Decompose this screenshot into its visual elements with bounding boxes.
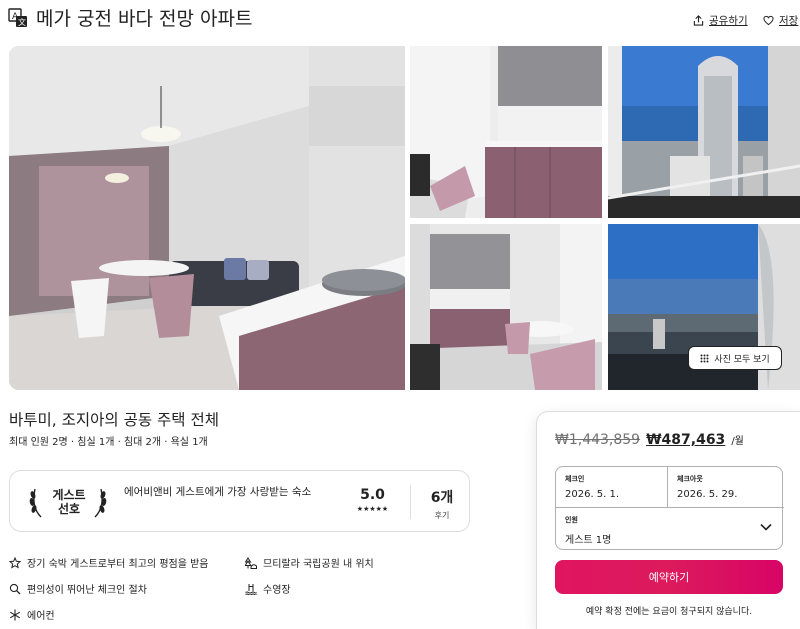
guest-favorite-badge: 게스트 선호 <box>29 485 109 519</box>
share-icon <box>693 15 704 26</box>
checkin-label: 체크인 <box>565 475 585 483</box>
amenity-label: 므티랄라 국립공원 내 위치 <box>263 559 374 570</box>
photo-living-room[interactable] <box>9 46 405 390</box>
share-label: 공유하기 <box>709 15 748 27</box>
discounted-price[interactable]: ₩487,463 <box>646 432 725 448</box>
show-all-photos-button[interactable]: 사진 모두 보기 <box>688 346 782 370</box>
amenity-item: 장기 숙박 게스트로부터 최고의 평점을 받음 <box>9 555 209 570</box>
photo-kitchen-dining[interactable] <box>410 224 602 390</box>
laurel-right-icon <box>94 488 107 518</box>
badge-line-2: 선호 <box>57 502 81 516</box>
reviews-label: 후기 <box>434 511 450 520</box>
checkin-value: 2026. 5. 1. <box>565 489 620 500</box>
original-price: ₩1,443,859 <box>555 432 641 448</box>
divider <box>410 485 411 519</box>
guests-dropdown[interactable]: 인원 게스트 1명 <box>556 507 784 551</box>
translate-icon: A 文 <box>8 8 27 27</box>
photo-kitchen[interactable] <box>410 46 602 218</box>
save-button[interactable]: 저장 <box>763 13 798 28</box>
guest-favorite-badge-text: 게스트 선호 <box>50 488 88 516</box>
rating-value: 5.0 <box>360 487 385 503</box>
page-title: 메가 궁전 바다 전망 아파트 <box>36 8 253 30</box>
reviews-block[interactable]: 6개 후기 <box>424 487 460 521</box>
grid-dots-icon <box>700 354 709 362</box>
amenity-label: 에어컨 <box>27 611 55 622</box>
guest-favorite-card[interactable]: 게스트 선호 에어비앤비 게스트에게 가장 사랑받는 숙소 5.0 ★★★★★ … <box>9 470 470 532</box>
guest-favorite-description: 에어비앤비 게스트에게 가장 사랑받는 숙소 <box>124 486 312 498</box>
pool-icon <box>245 583 257 595</box>
checkout-label: 체크아웃 <box>677 475 703 483</box>
rating-stars-icon: ★★★★★ <box>356 505 389 513</box>
amenity-item: 에어컨 <box>9 607 55 622</box>
save-label: 저장 <box>779 15 799 27</box>
svg-text:文: 文 <box>18 17 26 27</box>
show-all-photos-label: 사진 모두 보기 <box>714 354 770 365</box>
amenity-label: 편의성이 뛰어난 체크인 절차 <box>27 585 147 596</box>
checkin-field[interactable]: 체크인 2026. 5. 1. <box>556 467 668 507</box>
price-row: ₩1,443,859 ₩487,463 /월 <box>555 432 744 448</box>
badge-line-1: 게스트 <box>52 488 86 502</box>
date-guest-picker: 체크인 2026. 5. 1. 체크아웃 2026. 5. 29. 인원 게스트… <box>555 466 784 551</box>
listing-meta: 최대 인원 2명 · 침실 1개 · 침대 2개 · 욕실 1개 <box>9 437 208 448</box>
price-unit: /월 <box>731 436 744 447</box>
reviews-count: 6개 <box>430 490 454 506</box>
rating-block: 5.0 ★★★★★ <box>350 487 395 513</box>
chevron-down-icon <box>760 523 772 531</box>
checkout-value: 2026. 5. 29. <box>677 489 738 500</box>
booking-card: ₩1,443,859 ₩487,463 /월 체크인 2026. 5. 1. 체… <box>536 411 800 629</box>
guests-value: 게스트 1명 <box>565 535 612 546</box>
checkout-field[interactable]: 체크아웃 2026. 5. 29. <box>668 467 784 507</box>
share-button[interactable]: 공유하기 <box>693 13 748 28</box>
key-search-icon <box>9 583 21 594</box>
listing-subtitle: 바투미, 조지아의 공동 주택 전체 <box>9 411 220 429</box>
reserve-button[interactable]: 예약하기 <box>555 560 783 594</box>
snowflake-icon <box>9 609 21 620</box>
park-icon <box>245 556 257 569</box>
amenity-item: 수영장 <box>245 581 291 596</box>
listing-header: A 文 메가 궁전 바다 전망 아파트 공유하기 저장 <box>0 0 800 40</box>
star-outline-icon <box>9 556 21 569</box>
no-charge-note: 예약 확정 전에는 요금이 청구되지 않습니다. <box>585 607 753 617</box>
photo-tower-view[interactable] <box>608 46 800 218</box>
guests-label: 인원 <box>565 516 578 524</box>
laurel-left-icon <box>29 488 42 518</box>
amenity-label: 장기 숙박 게스트로부터 최고의 평점을 받음 <box>27 559 209 570</box>
amenity-item: 편의성이 뛰어난 체크인 절차 <box>9 581 147 596</box>
photo-gallery <box>9 46 800 390</box>
amenity-label: 수영장 <box>263 585 291 596</box>
amenity-item: 므티랄라 국립공원 내 위치 <box>245 555 374 570</box>
heart-icon <box>763 15 774 26</box>
